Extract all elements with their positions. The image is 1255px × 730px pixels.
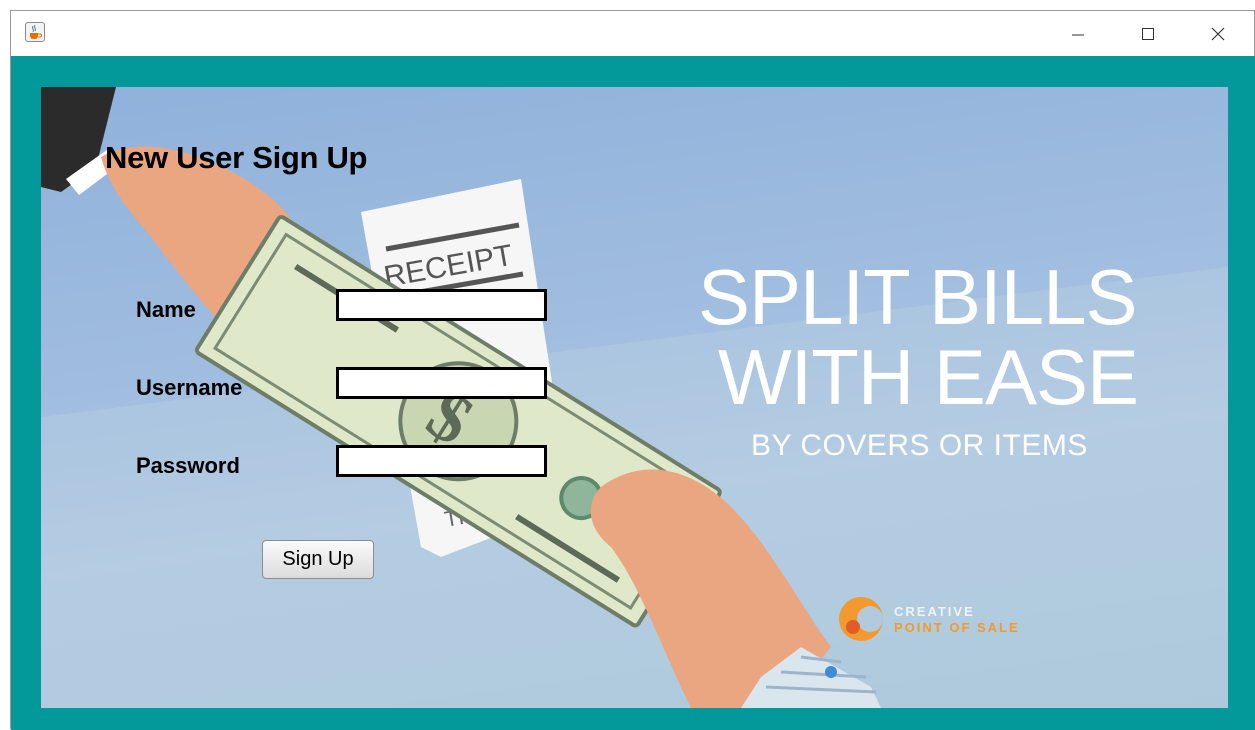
- brand-logo: CREATIVE POINT OF SALE: [836, 599, 1056, 643]
- brand-name-line-1: CREATIVE: [894, 604, 975, 619]
- headline-with-ease: WITH EASE: [718, 333, 1139, 421]
- title-bar: [11, 11, 1254, 56]
- username-label: Username: [136, 375, 243, 400]
- app-window: RECEIPT THAI $: [10, 10, 1255, 730]
- brand-name-line-2: POINT OF SALE: [894, 620, 1020, 635]
- content-area: RECEIPT THAI $: [11, 56, 1255, 730]
- minimize-icon: [1072, 34, 1084, 35]
- java-cup-icon: [25, 22, 45, 42]
- close-button[interactable]: [1187, 11, 1249, 56]
- banner-panel: RECEIPT THAI $: [41, 87, 1228, 708]
- page-title: New User Sign Up: [105, 140, 368, 175]
- minimize-button[interactable]: [1047, 11, 1109, 56]
- sign-up-button[interactable]: Sign Up: [262, 540, 374, 579]
- password-label: Password: [136, 453, 240, 478]
- maximize-icon: [1142, 27, 1154, 40]
- subheadline: BY COVERS OR ITEMS: [751, 429, 1088, 462]
- close-icon: [1211, 27, 1225, 40]
- name-label: Name: [136, 297, 196, 322]
- name-field[interactable]: [336, 289, 547, 321]
- password-field[interactable]: [336, 445, 547, 477]
- maximize-button[interactable]: [1117, 11, 1179, 56]
- username-field[interactable]: [336, 367, 547, 399]
- headline-split-bills: SPLIT BILLS: [698, 253, 1137, 341]
